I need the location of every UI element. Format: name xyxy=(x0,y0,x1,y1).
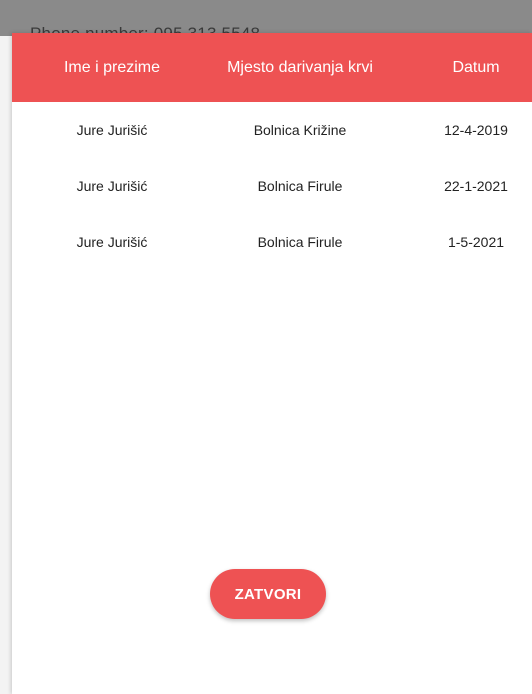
cell-date: 1-5-2021 xyxy=(447,234,505,250)
cell-date: 22-1-2021 xyxy=(444,178,508,194)
cell-name: Jure Jurišić xyxy=(76,234,148,250)
cell-place: Bolnica Firule xyxy=(257,178,343,194)
header-name: Ime i prezime xyxy=(63,58,161,76)
cell-place: Bolnica Križine xyxy=(253,122,347,138)
table-row: Jure Jurišić Bolnica Križine 12-4-2019 xyxy=(12,102,532,158)
cell-date: 12-4-2019 xyxy=(444,122,508,138)
header-date: Datum xyxy=(452,58,500,76)
cell-name: Jure Jurišić xyxy=(76,178,148,194)
cell-name: Jure Jurišić xyxy=(76,122,148,138)
table-header: Ime i prezime Mjesto darivanja krvi Datu… xyxy=(12,33,532,102)
header-place: Mjesto darivanja krvi xyxy=(227,58,373,76)
close-button[interactable]: ZATVORI xyxy=(210,569,326,619)
table-row: Jure Jurišić Bolnica Firule 22-1-2021 xyxy=(12,158,532,214)
donation-history-dialog: Ime i prezime Mjesto darivanja krvi Datu… xyxy=(12,33,532,694)
cell-place: Bolnica Firule xyxy=(257,234,343,250)
table-row: Jure Jurišić Bolnica Firule 1-5-2021 xyxy=(12,214,532,270)
